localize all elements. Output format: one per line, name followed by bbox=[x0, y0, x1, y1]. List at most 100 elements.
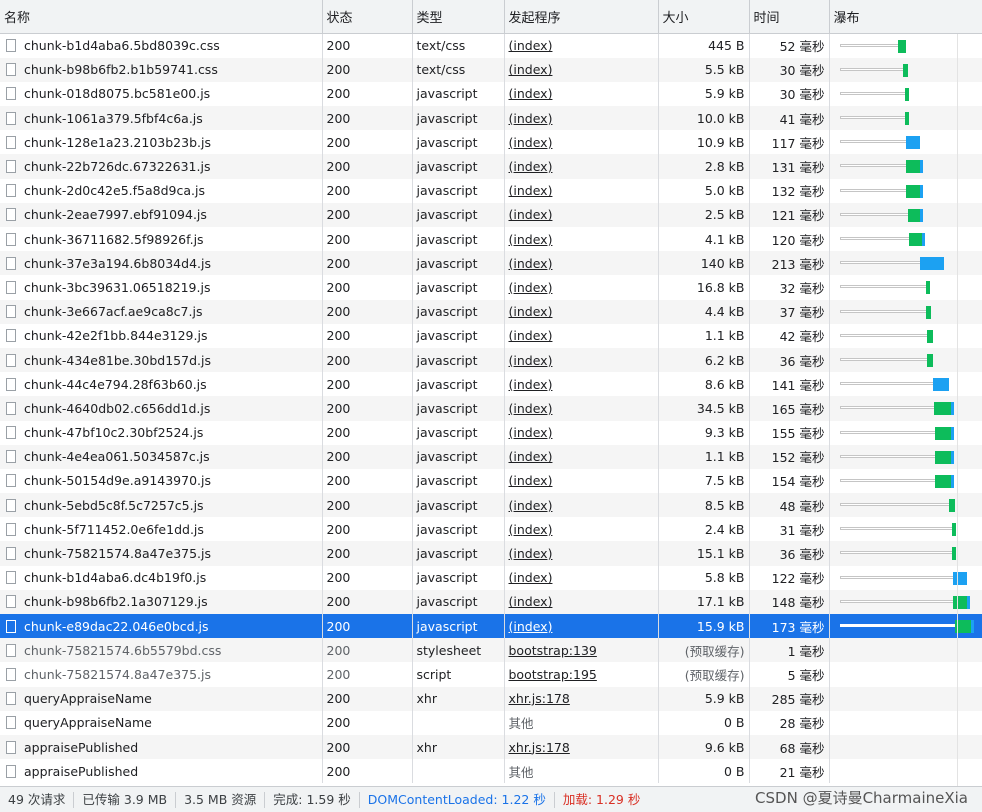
cell-initiator[interactable]: (index) bbox=[504, 347, 659, 373]
cell-initiator[interactable]: (index) bbox=[504, 106, 659, 131]
column-header-name[interactable]: 名称 bbox=[0, 0, 323, 34]
table-row[interactable]: chunk-2eae7997.ebf91094.js 200 javascript (… bbox=[0, 202, 982, 227]
cell-name[interactable]: chunk-75821574.6b5579bd.css bbox=[0, 638, 323, 663]
cell-initiator[interactable]: (index) bbox=[504, 323, 659, 348]
cell-initiator[interactable]: (index) bbox=[504, 130, 659, 155]
cell-name[interactable]: chunk-75821574.8a47e375.js bbox=[0, 662, 323, 687]
cell-initiator[interactable]: (index) bbox=[504, 517, 659, 542]
initiator-link[interactable]: (index) bbox=[509, 183, 553, 198]
cell-initiator[interactable]: (index) bbox=[504, 396, 659, 421]
cell-initiator[interactable]: (index) bbox=[504, 57, 659, 82]
cell-name[interactable]: chunk-434e81be.30bd157d.js bbox=[0, 347, 323, 373]
table-row[interactable]: chunk-75821574.8a47e375.js 200 script boots… bbox=[0, 662, 982, 687]
initiator-link[interactable]: (index) bbox=[509, 328, 553, 343]
column-header-waterfall[interactable]: 瀑布 bbox=[829, 0, 982, 34]
cell-initiator[interactable]: xhr.js:178 bbox=[504, 734, 659, 760]
cell-name[interactable]: appraisePublished bbox=[0, 759, 323, 784]
table-row[interactable]: chunk-42e2f1bb.844e3129.js 200 javascript (… bbox=[0, 323, 982, 348]
cell-initiator[interactable]: (index) bbox=[504, 251, 659, 276]
initiator-link[interactable]: (index) bbox=[509, 619, 553, 634]
cell-initiator[interactable]: (index) bbox=[504, 227, 659, 252]
table-row[interactable]: chunk-1061a379.5fbf4c6a.js 200 javascript (… bbox=[0, 106, 982, 131]
cell-name[interactable]: queryAppraiseName bbox=[0, 686, 323, 711]
table-row[interactable]: chunk-22b726dc.67322631.js 200 javascript (… bbox=[0, 154, 982, 179]
cell-name[interactable]: chunk-22b726dc.67322631.js bbox=[0, 154, 323, 179]
initiator-link[interactable]: bootstrap:195 bbox=[509, 667, 597, 682]
initiator-link[interactable]: (index) bbox=[509, 256, 553, 271]
table-row[interactable]: chunk-b98b6fb2.1a307129.js 200 javascript (… bbox=[0, 589, 982, 614]
cell-initiator[interactable]: (index) bbox=[504, 33, 659, 58]
initiator-link[interactable]: (index) bbox=[509, 280, 553, 295]
table-row[interactable]: chunk-37e3a194.6b8034d4.js 200 javascript (… bbox=[0, 251, 982, 276]
initiator-link[interactable]: (index) bbox=[509, 207, 553, 222]
table-row[interactable]: chunk-b1d4aba6.5bd8039c.css 200 text/css (i… bbox=[0, 33, 982, 58]
table-row[interactable]: chunk-2d0c42e5.f5a8d9ca.js 200 javascript (… bbox=[0, 178, 982, 203]
initiator-link[interactable]: (index) bbox=[509, 594, 553, 609]
table-row[interactable]: chunk-3e667acf.ae9ca8c7.js 200 javascript (… bbox=[0, 299, 982, 324]
initiator-link[interactable]: (index) bbox=[509, 304, 553, 319]
cell-initiator[interactable]: (index) bbox=[504, 178, 659, 203]
cell-initiator[interactable]: (index) bbox=[504, 493, 659, 518]
table-row[interactable]: chunk-4640db02.c656dd1d.js 200 javascript (… bbox=[0, 396, 982, 421]
initiator-link[interactable]: xhr.js:178 bbox=[509, 691, 570, 706]
cell-name[interactable]: chunk-50154d9e.a9143970.js bbox=[0, 468, 323, 494]
initiator-link[interactable]: (index) bbox=[509, 546, 553, 561]
cell-initiator[interactable]: bootstrap:139 bbox=[504, 638, 659, 663]
table-row[interactable]: chunk-b98b6fb2.b1b59741.css 200 text/css (i… bbox=[0, 57, 982, 82]
cell-name[interactable]: chunk-47bf10c2.30bf2524.js bbox=[0, 420, 323, 445]
cell-initiator[interactable]: (index) bbox=[504, 202, 659, 227]
cell-name[interactable]: chunk-018d8075.bc581e00.js bbox=[0, 81, 323, 107]
cell-initiator[interactable]: bootstrap:195 bbox=[504, 662, 659, 687]
initiator-link[interactable]: (index) bbox=[509, 473, 553, 488]
initiator-link[interactable]: (index) bbox=[509, 38, 553, 53]
cell-name[interactable]: chunk-b98b6fb2.1a307129.js bbox=[0, 589, 323, 614]
initiator-link[interactable]: (index) bbox=[509, 522, 553, 537]
table-row[interactable]: chunk-b1d4aba6.dc4b19f0.js 200 javascript (… bbox=[0, 565, 982, 590]
cell-initiator[interactable]: (index) bbox=[504, 589, 659, 614]
table-row[interactable]: chunk-434e81be.30bd157d.js 200 javascript (… bbox=[0, 347, 982, 373]
column-header-status[interactable]: 状态 bbox=[322, 0, 413, 34]
cell-name[interactable]: chunk-3bc39631.06518219.js bbox=[0, 275, 323, 300]
table-row[interactable]: chunk-47bf10c2.30bf2524.js 200 javascript (… bbox=[0, 420, 982, 445]
initiator-link[interactable]: (index) bbox=[509, 449, 553, 464]
cell-initiator[interactable]: (index) bbox=[504, 372, 659, 397]
cell-initiator[interactable]: (index) bbox=[504, 299, 659, 324]
cell-name[interactable]: chunk-44c4e794.28f63b60.js bbox=[0, 372, 323, 397]
table-row[interactable]: appraisePublished 200 xhr xhr.js:178 9.6 kB 6… bbox=[0, 734, 982, 760]
table-row[interactable]: chunk-75821574.6b5579bd.css 200 stylesheet… bbox=[0, 638, 982, 663]
cell-initiator[interactable]: xhr.js:178 bbox=[504, 686, 659, 711]
cell-name[interactable]: chunk-3e667acf.ae9ca8c7.js bbox=[0, 299, 323, 324]
initiator-link[interactable]: (index) bbox=[509, 401, 553, 416]
cell-initiator[interactable]: (index) bbox=[504, 614, 659, 639]
table-row[interactable]: chunk-75821574.8a47e375.js 200 javascript (… bbox=[0, 541, 982, 566]
table-row[interactable]: chunk-018d8075.bc581e00.js 200 javascript (… bbox=[0, 81, 982, 107]
cell-name[interactable]: chunk-1061a379.5fbf4c6a.js bbox=[0, 106, 323, 131]
cell-initiator[interactable]: (index) bbox=[504, 420, 659, 445]
cell-name[interactable]: queryAppraiseName bbox=[0, 710, 323, 735]
cell-name[interactable]: chunk-128e1a23.2103b23b.js bbox=[0, 130, 323, 155]
cell-initiator[interactable]: (index) bbox=[504, 468, 659, 494]
initiator-link[interactable]: xhr.js:178 bbox=[509, 740, 570, 755]
column-header-type[interactable]: 类型 bbox=[412, 0, 505, 34]
initiator-link[interactable]: (index) bbox=[509, 498, 553, 513]
cell-name[interactable]: chunk-b98b6fb2.b1b59741.css bbox=[0, 57, 323, 82]
initiator-link[interactable]: (index) bbox=[509, 570, 553, 585]
cell-name[interactable]: chunk-e89dac22.046e0bcd.js bbox=[0, 614, 323, 639]
cell-initiator[interactable]: (index) bbox=[504, 275, 659, 300]
cell-name[interactable]: appraisePublished bbox=[0, 734, 323, 760]
initiator-link[interactable]: (index) bbox=[509, 111, 553, 126]
table-row[interactable]: chunk-3bc39631.06518219.js 200 javascript (… bbox=[0, 275, 982, 300]
cell-name[interactable]: chunk-37e3a194.6b8034d4.js bbox=[0, 251, 323, 276]
initiator-link[interactable]: (index) bbox=[509, 425, 553, 440]
cell-initiator[interactable]: (index) bbox=[504, 541, 659, 566]
table-row[interactable]: chunk-128e1a23.2103b23b.js 200 javascript (… bbox=[0, 130, 982, 155]
table-row[interactable]: chunk-e89dac22.046e0bcd.js 200 javascript (… bbox=[0, 614, 982, 639]
table-row[interactable]: chunk-4e4ea061.5034587c.js 200 javascript (… bbox=[0, 444, 982, 469]
cell-name[interactable]: chunk-36711682.5f98926f.js bbox=[0, 227, 323, 252]
table-row[interactable]: appraisePublished 200 其他 0 B 21 毫秒 bbox=[0, 759, 982, 784]
table-row[interactable]: chunk-5ebd5c8f.5c7257c5.js 200 javascript (… bbox=[0, 493, 982, 518]
cell-initiator[interactable]: (index) bbox=[504, 565, 659, 590]
cell-name[interactable]: chunk-75821574.8a47e375.js bbox=[0, 541, 323, 566]
cell-initiator[interactable]: (index) bbox=[504, 154, 659, 179]
cell-name[interactable]: chunk-b1d4aba6.5bd8039c.css bbox=[0, 33, 323, 58]
